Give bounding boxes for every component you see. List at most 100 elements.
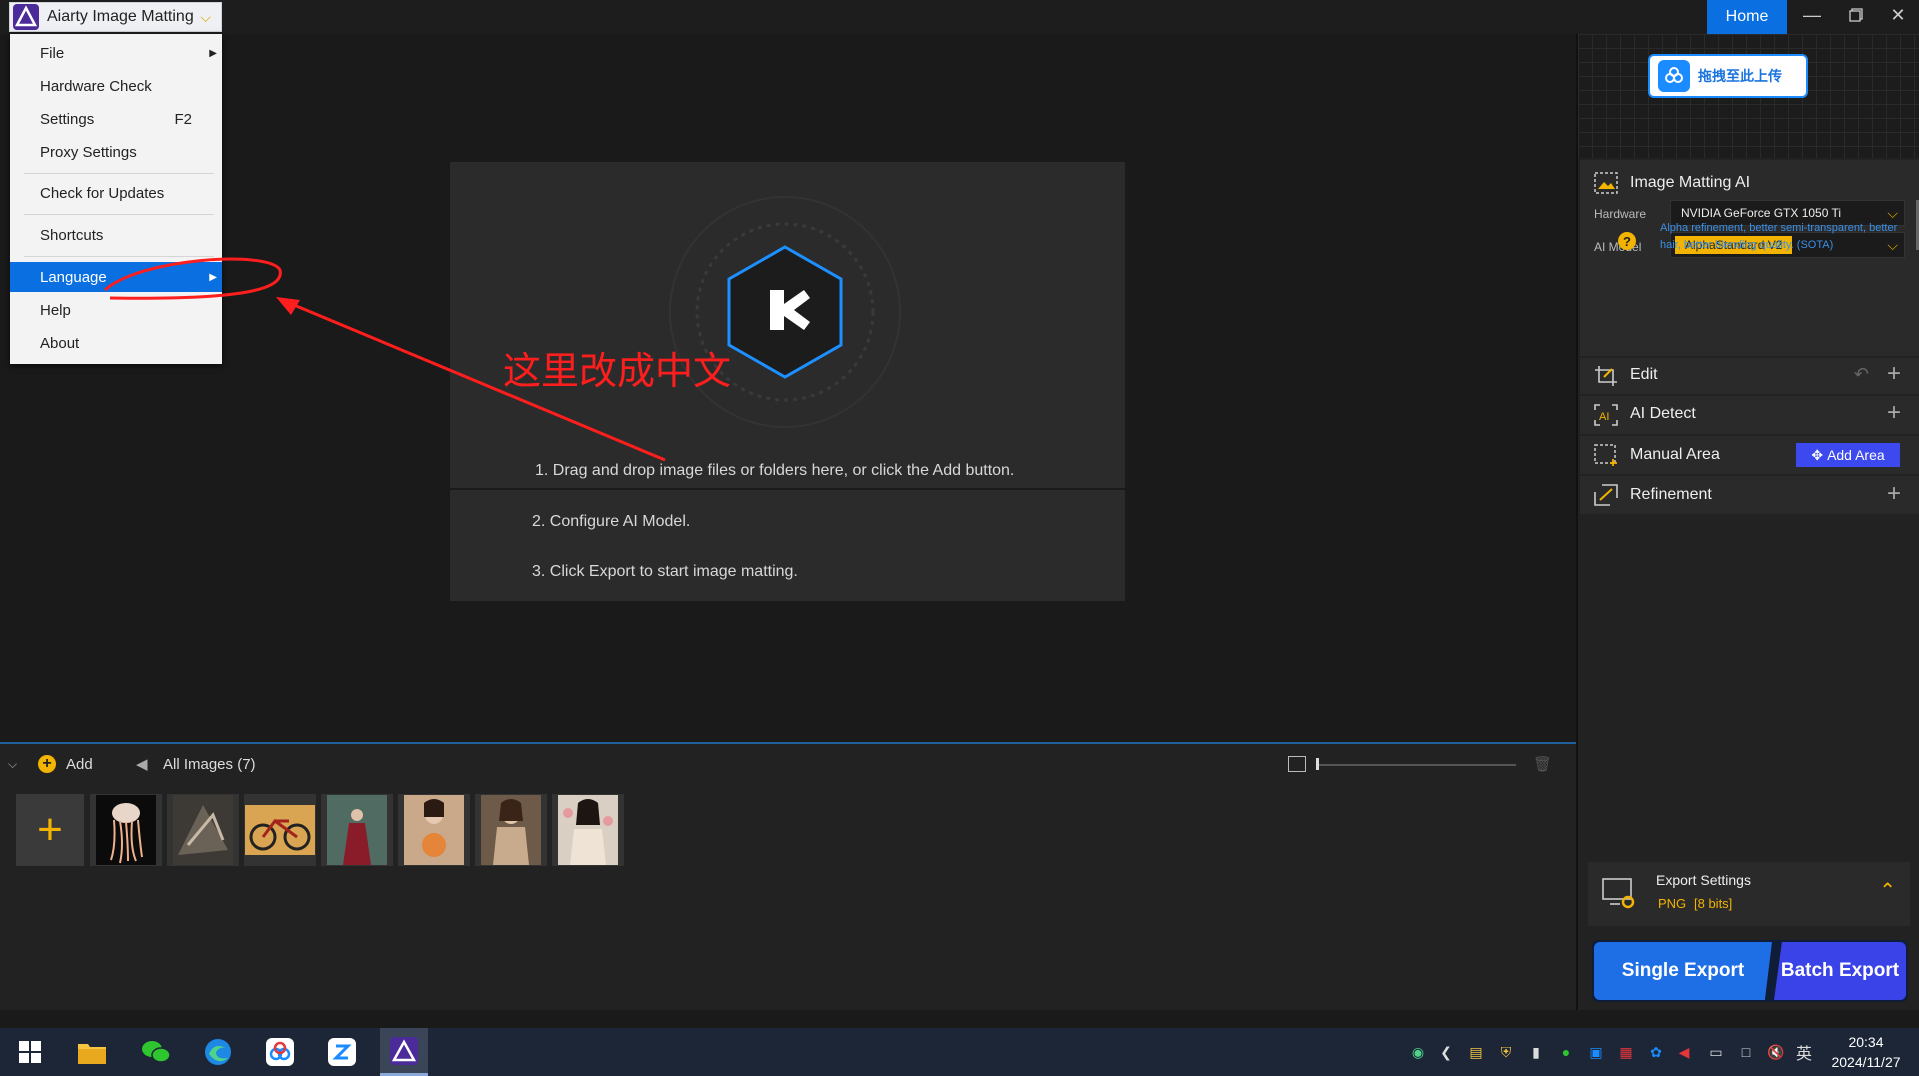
menu-item-label: Shortcuts xyxy=(40,226,104,244)
drop-zone-top: 1. Drag and drop image files or folders … xyxy=(450,162,1125,488)
app-window: Aiarty Image Matting ⌵ Home — ✕ File ▶ H… xyxy=(0,0,1919,1076)
export-bits: [8 bits] xyxy=(1694,896,1733,911)
thumbnail-dragon[interactable] xyxy=(167,794,239,866)
menu-item-about[interactable]: About xyxy=(10,328,222,358)
help-icon[interactable]: ? xyxy=(1618,232,1636,250)
cloud-upload-icon xyxy=(1658,60,1690,92)
tray-wechat-icon[interactable]: ● xyxy=(1556,1042,1576,1062)
restore-icon[interactable] xyxy=(1835,0,1877,30)
app-switcher[interactable]: Aiarty Image Matting ⌵ xyxy=(9,2,222,32)
app-z-icon[interactable] xyxy=(318,1028,366,1076)
tray-app-icon[interactable]: ◉ xyxy=(1408,1042,1428,1062)
plus-icon[interactable]: + xyxy=(1887,399,1901,427)
manual-area-label: Manual Area xyxy=(1630,446,1720,463)
menu-item-help[interactable]: Help xyxy=(10,295,222,325)
tray-baidu-icon[interactable]: ✿ xyxy=(1646,1042,1666,1062)
undo-icon[interactable]: ↶ xyxy=(1854,364,1869,385)
wechat-icon[interactable] xyxy=(132,1028,180,1076)
file-explorer-icon[interactable] xyxy=(68,1028,116,1076)
trash-icon[interactable]: 🗑 xyxy=(1533,755,1552,773)
add-button[interactable]: Add xyxy=(66,756,93,773)
menu-item-label: Language xyxy=(40,268,107,286)
menu-item-label: Settings xyxy=(40,110,95,128)
image-matting-icon xyxy=(1594,172,1618,194)
app-menu: File ▶ Hardware Check Settings F2 Proxy … xyxy=(10,34,222,364)
add-circle-icon[interactable]: + xyxy=(38,755,56,773)
menu-separator xyxy=(24,214,214,215)
menu-item-check-updates[interactable]: Check for Updates xyxy=(10,178,222,208)
instruction-step-2: 2. Configure AI Model. xyxy=(532,513,691,530)
menu-item-label: Proxy Settings xyxy=(40,143,137,161)
back-arrow-icon[interactable]: ◀ xyxy=(136,755,148,773)
tray-speaker-app-icon[interactable]: ◀ xyxy=(1674,1042,1694,1062)
ai-detect-icon: AI xyxy=(1594,404,1618,426)
upload-hexagon-icon xyxy=(669,196,901,428)
thumbnail-size-slider[interactable] xyxy=(1318,764,1516,766)
manual-area-section[interactable]: Manual Area ✥ Add Area xyxy=(1580,436,1919,474)
minimize-icon[interactable]: — xyxy=(1791,0,1833,30)
tray-battery-icon[interactable]: ▭ xyxy=(1706,1042,1726,1062)
tray-app-z-icon[interactable]: ▣ xyxy=(1586,1042,1606,1062)
menu-item-hardware-check[interactable]: Hardware Check xyxy=(10,71,222,101)
ai-detect-section[interactable]: AI AI Detect + xyxy=(1580,396,1919,434)
menu-item-shortcuts[interactable]: Shortcuts xyxy=(10,220,222,250)
upload-label: 拖拽至此上传 xyxy=(1698,69,1782,85)
menu-separator xyxy=(24,173,214,174)
export-format: PNG xyxy=(1658,896,1687,911)
instruction-step-3: 3. Click Export to start image matting. xyxy=(532,563,798,580)
tray-dolby-icon[interactable]: ▮ xyxy=(1526,1042,1546,1062)
ime-indicator[interactable]: 英 xyxy=(1794,1042,1814,1063)
volume-muted-icon[interactable]: 🔇 xyxy=(1766,1042,1786,1062)
close-icon[interactable]: ✕ xyxy=(1877,0,1919,30)
menu-item-file[interactable]: File ▶ xyxy=(10,38,222,68)
tray-monitor-icon[interactable]: ▦ xyxy=(1616,1042,1636,1062)
tray-code-icon[interactable]: ❮ xyxy=(1436,1042,1456,1062)
start-icon[interactable] xyxy=(6,1028,54,1076)
thumbnail-woman-lace[interactable] xyxy=(475,794,547,866)
hardware-value: NVIDIA GeForce GTX 1050 Ti xyxy=(1681,206,1842,220)
aiarty-taskbar-icon[interactable] xyxy=(380,1028,428,1076)
thumbnail-woman-flowers[interactable] xyxy=(398,794,470,866)
home-button[interactable]: Home xyxy=(1707,0,1787,34)
double-chevron-up-icon[interactable]: ⌃ xyxy=(1879,878,1896,903)
edge-icon[interactable] xyxy=(194,1028,242,1076)
upload-button[interactable]: 拖拽至此上传 xyxy=(1648,54,1808,98)
single-export-button[interactable]: Single Export xyxy=(1594,942,1772,1000)
clock-date: 2024/11/27 xyxy=(1831,1054,1901,1070)
thumbnail-bicycle[interactable] xyxy=(244,794,316,866)
menu-item-settings[interactable]: Settings F2 xyxy=(10,104,222,134)
thumbnail-woman-roses[interactable] xyxy=(552,794,624,866)
svg-text:AI: AI xyxy=(1599,411,1609,423)
slider-handle[interactable] xyxy=(1316,758,1319,770)
menu-item-proxy-settings[interactable]: Proxy Settings xyxy=(10,137,222,167)
refinement-icon xyxy=(1594,484,1618,506)
thumbnail-woman-forest[interactable] xyxy=(321,794,393,866)
menu-item-label: File xyxy=(40,44,65,62)
image-matting-section: Image Matting AI Hardware NVIDIA GeForce… xyxy=(1580,160,1919,356)
menu-item-label: About xyxy=(40,334,80,352)
submenu-arrow-icon: ▶ xyxy=(209,271,217,283)
network-icon[interactable]: □ xyxy=(1736,1042,1756,1062)
image-strip: ⌵ + Add ◀ All Images (7) 🗑 + xyxy=(0,742,1576,1010)
refinement-section[interactable]: Refinement + xyxy=(1580,476,1919,514)
add-area-button[interactable]: ✥ Add Area xyxy=(1796,443,1900,467)
add-image-tile[interactable]: + xyxy=(16,794,84,866)
menu-separator xyxy=(24,256,214,257)
menu-item-language[interactable]: Language ▶ xyxy=(10,262,222,292)
baidu-netdisk-icon[interactable] xyxy=(256,1028,304,1076)
plus-icon[interactable]: + xyxy=(1887,360,1901,388)
batch-export-button[interactable]: Batch Export xyxy=(1774,942,1906,1000)
right-panel: 拖拽至此上传 Image Matting AI Hardware NVIDIA … xyxy=(1576,34,1919,1010)
export-settings[interactable]: Export Settings PNG [8 bits] ⌃ xyxy=(1588,862,1910,926)
thumbnail-jellyfish[interactable] xyxy=(90,794,162,866)
image-matting-title: Image Matting AI xyxy=(1630,174,1751,191)
collapse-icon[interactable]: ⌵ xyxy=(8,757,17,772)
submenu-arrow-icon: ▶ xyxy=(209,47,217,59)
tray-folder-icon[interactable]: ▤ xyxy=(1466,1042,1486,1062)
plus-icon[interactable]: + xyxy=(1887,480,1901,508)
image-size-icon xyxy=(1288,756,1306,772)
clock[interactable]: 20:34 2024/11/27 xyxy=(1820,1032,1912,1072)
title-bar: Aiarty Image Matting ⌵ Home — ✕ xyxy=(0,0,1919,34)
edit-section[interactable]: Edit ↶ + xyxy=(1580,358,1919,394)
tray-shield-icon[interactable]: ⛨ xyxy=(1496,1042,1516,1062)
